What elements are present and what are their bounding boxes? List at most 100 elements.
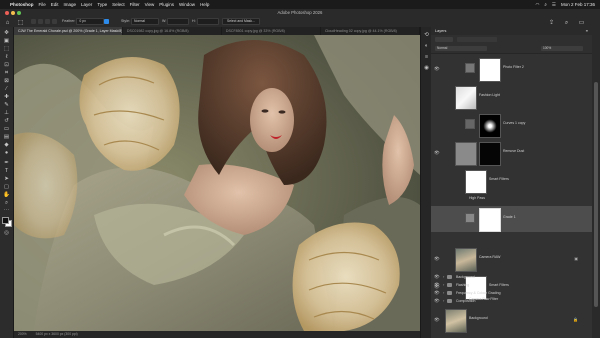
subtract-selection-icon[interactable]	[45, 18, 50, 24]
tab-document-4[interactable]: CloudHeading 02 copy.jpg @ 44.1% (RGB/8)	[321, 27, 420, 35]
group-row-flashing[interactable]: 👁 › Flashing	[431, 281, 592, 289]
adjustments-panel-icon[interactable]: ◐	[423, 43, 430, 50]
group-row-background[interactable]: 👁 › Background	[431, 273, 592, 281]
menu-filter[interactable]: Filter	[130, 2, 140, 7]
zoom-tool-icon[interactable]: ⌕	[3, 200, 10, 207]
visibility-eye-icon[interactable]: 👁	[434, 150, 440, 156]
intersect-selection-icon[interactable]	[52, 18, 57, 24]
layer-row-fashion-light[interactable]: Fashion Light	[431, 84, 592, 110]
group-name[interactable]: Background	[456, 275, 475, 279]
object-select-tool-icon[interactable]: ⊡	[3, 62, 10, 69]
tab-document-2[interactable]: DSC01982 copy.jpg @ 16.8% (RGB/8)	[123, 27, 222, 35]
visibility-eye-icon[interactable]: 👁	[434, 317, 440, 323]
chevron-right-icon[interactable]: ›	[443, 282, 444, 287]
more-tools-icon[interactable]: ⋯	[3, 208, 10, 215]
filter-kind-select[interactable]	[435, 37, 453, 42]
layer-name[interactable]: Fashion Light	[479, 93, 500, 97]
layer-name[interactable]: Smart Filters	[489, 177, 509, 181]
quick-mask-icon[interactable]: ◎	[3, 230, 10, 237]
document-info[interactable]: 5400 px x 3600 px (300 ppi)	[36, 332, 78, 336]
marquee-tool-icon[interactable]: ⬚	[3, 46, 10, 53]
layer-name[interactable]: Grade 1	[503, 215, 516, 219]
menu-file[interactable]: File	[39, 2, 46, 7]
style-select[interactable]: Normal	[131, 17, 159, 25]
workspace-icon[interactable]: ▭	[578, 20, 585, 27]
properties-panel-icon[interactable]: ≡	[423, 54, 430, 61]
smart-filter-mask-thumbnail[interactable]	[465, 170, 487, 194]
group-name[interactable]: Frequency & Colour Grading	[456, 291, 501, 295]
panel-menu-icon[interactable]: ≡	[586, 27, 588, 35]
layers-tab[interactable]: Layers	[435, 29, 446, 33]
wifi-icon[interactable]: ◠	[535, 2, 539, 8]
blend-mode-select[interactable]: Normal	[435, 46, 487, 51]
group-name[interactable]: Flashing	[456, 283, 469, 287]
dodge-tool-icon[interactable]: ●	[3, 150, 10, 157]
height-field[interactable]	[196, 17, 219, 25]
layers-scrollbar[interactable]	[592, 27, 600, 338]
history-panel-icon[interactable]: ⟲	[423, 32, 430, 39]
chevron-right-icon[interactable]: ›	[443, 298, 444, 303]
marquee-tool-icon[interactable]: ⬚	[17, 20, 24, 27]
hand-tool-icon[interactable]: ✋	[3, 192, 10, 199]
chevron-right-icon[interactable]: ›	[443, 290, 444, 295]
new-selection-icon[interactable]	[31, 18, 36, 24]
menu-app[interactable]: Photoshop	[10, 2, 34, 7]
visibility-eye-icon[interactable]: 👁	[434, 274, 440, 280]
feather-field[interactable]: 0 px	[76, 17, 105, 25]
layer-mask-thumbnail[interactable]	[479, 208, 501, 232]
layer-row-photo-filter-2[interactable]: 👁 Photo Filter 2	[431, 56, 592, 82]
artboard-tool-icon[interactable]: ▣	[3, 38, 10, 45]
layer-row-high-pass[interactable]: High Pass	[431, 194, 592, 204]
filter-name[interactable]: High Pass	[469, 196, 485, 200]
chevron-right-icon[interactable]: ›	[443, 274, 444, 279]
layer-row-background-image[interactable]: 👁 Background 🔒	[431, 307, 592, 333]
crop-tool-icon[interactable]: ⌗	[3, 70, 10, 77]
tab-document-1[interactable]: CJW The Emerald Chorale.psd @ 200% (Grad…	[14, 27, 123, 35]
tab-document-3[interactable]: DSCF8501 copy.jpg @ 33% (RGB/8)	[222, 27, 321, 35]
document-canvas[interactable]	[14, 35, 420, 331]
menu-view[interactable]: View	[145, 2, 155, 7]
menu-image[interactable]: Image	[64, 2, 77, 7]
layer-row-curves-1-copy[interactable]: Curves 1 copy	[431, 112, 592, 138]
group-row-frequency-colour[interactable]: 👁 › Frequency & Colour Grading	[431, 289, 592, 297]
scrollbar-thumb[interactable]	[594, 82, 598, 307]
brush-tool-icon[interactable]: ✎	[3, 102, 10, 109]
control-center-icon[interactable]: ☰	[552, 2, 556, 8]
clone-stamp-tool-icon[interactable]: ⊥	[3, 110, 10, 117]
share-icon[interactable]: ⇪	[548, 20, 555, 27]
menu-layer[interactable]: Layer	[81, 2, 92, 7]
layer-name[interactable]: Photo Filter 2	[503, 65, 524, 69]
menu-plugins[interactable]: Plugins	[159, 2, 174, 7]
layer-mask-thumbnail[interactable]	[479, 58, 501, 82]
layer-name[interactable]: Remove Dust	[503, 149, 524, 153]
history-brush-tool-icon[interactable]: ↺	[3, 118, 10, 125]
shape-tool-icon[interactable]: ▢	[3, 184, 10, 191]
menu-edit[interactable]: Edit	[51, 2, 59, 7]
search-icon[interactable]: ⌕	[544, 2, 547, 7]
width-field[interactable]	[167, 17, 190, 25]
layer-name[interactable]: Background	[469, 316, 488, 320]
layer-row-smart-filters[interactable]: Smart Filters	[431, 168, 592, 194]
layer-row-camera-raw[interactable]: 👁 Camera RAW ▣	[431, 246, 592, 272]
type-tool-icon[interactable]: T	[3, 168, 10, 175]
color-panel-icon[interactable]: ◉	[423, 65, 430, 72]
lasso-tool-icon[interactable]: ℓ	[3, 54, 10, 61]
filter-icons[interactable]	[457, 37, 497, 42]
layer-mask-thumbnail[interactable]	[479, 114, 501, 138]
layer-mask-thumbnail[interactable]	[479, 142, 501, 166]
eyedropper-tool-icon[interactable]: ⁄	[3, 86, 10, 93]
anti-alias-checkbox[interactable]	[104, 18, 109, 24]
eraser-tool-icon[interactable]: ▭	[3, 126, 10, 133]
group-row-composition[interactable]: 👁 › Composition	[431, 297, 592, 305]
layer-row-grade-1[interactable]: Grade 1	[431, 206, 592, 232]
foreground-color-swatch[interactable]	[2, 217, 9, 224]
menu-select[interactable]: Select	[112, 2, 125, 7]
search-icon[interactable]: ⌕	[563, 20, 570, 27]
visibility-eye-icon[interactable]: 👁	[434, 298, 440, 304]
visibility-eye-icon[interactable]: 👁	[434, 290, 440, 296]
menu-window[interactable]: Window	[179, 2, 195, 7]
visibility-eye-icon[interactable]: 👁	[434, 256, 440, 262]
opacity-field[interactable]: 100%	[541, 46, 583, 51]
clock[interactable]: Mon 2 Feb 17:36	[561, 2, 595, 7]
layer-name[interactable]: Camera RAW	[479, 255, 500, 259]
